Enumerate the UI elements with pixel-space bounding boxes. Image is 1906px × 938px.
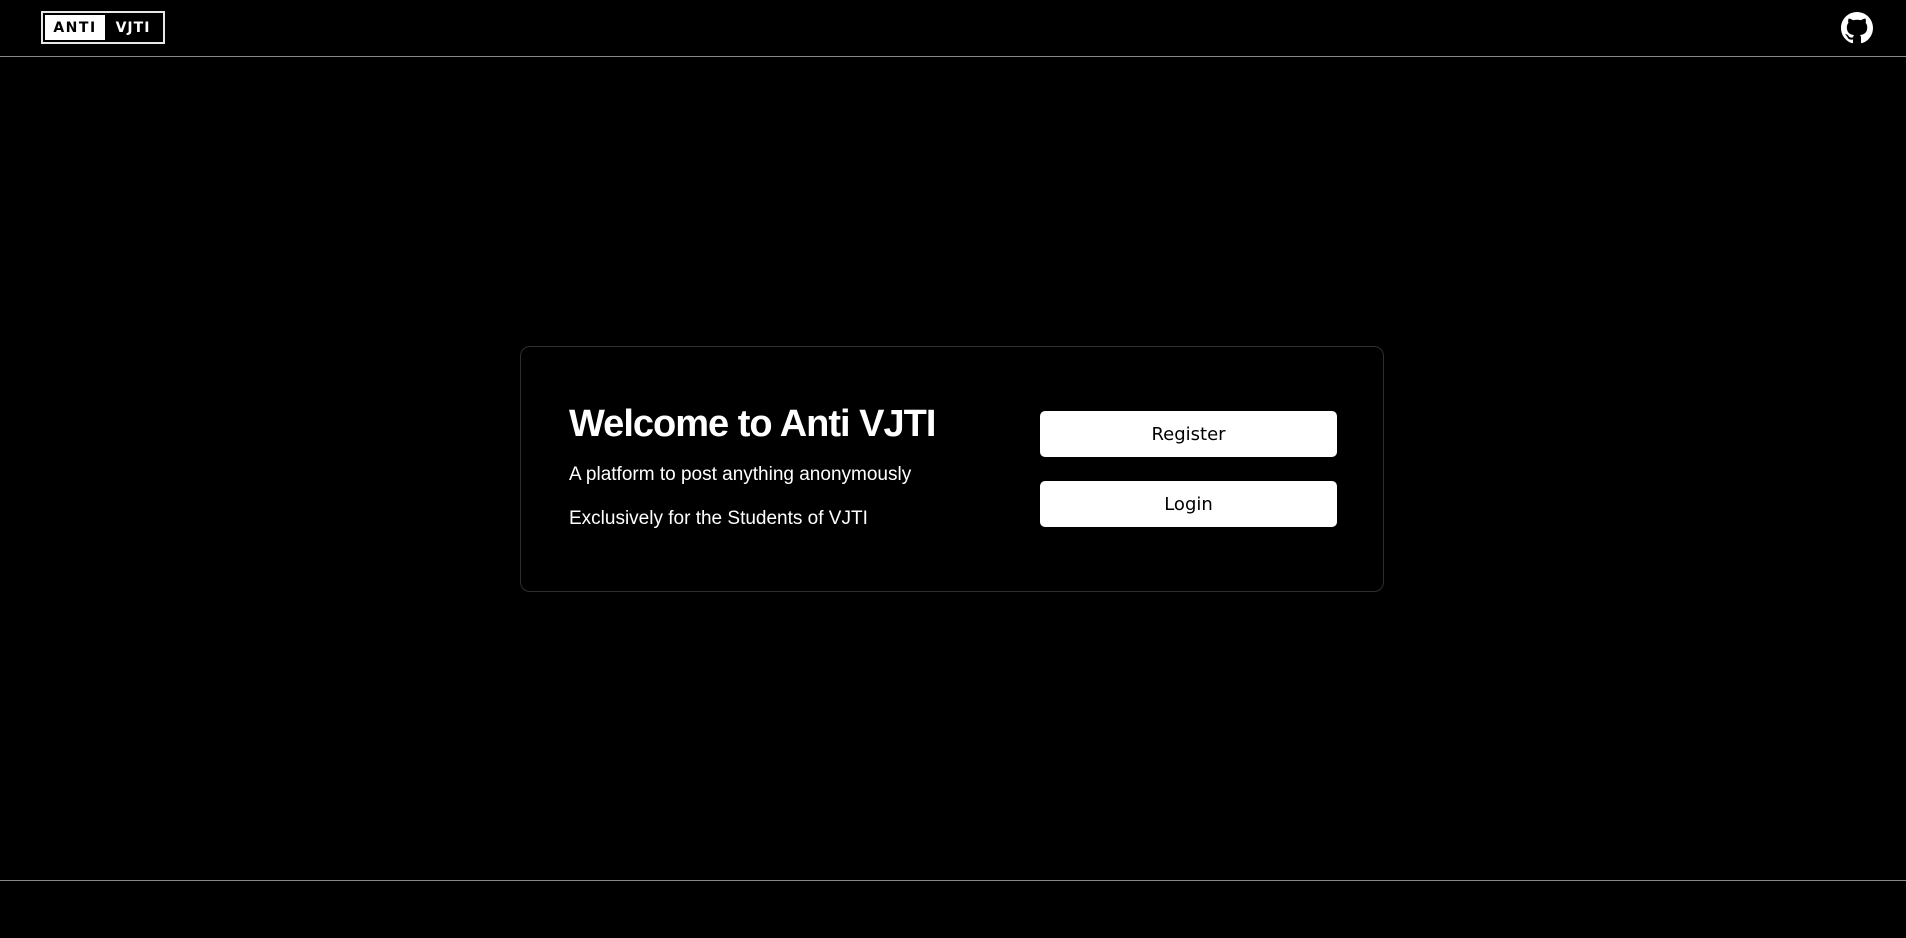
logo-anti-text: ANTI <box>45 15 105 40</box>
footer-divider <box>0 880 1906 881</box>
logo-vjti-text: VJTI <box>115 19 151 36</box>
page-title: Welcome to Anti VJTI <box>569 403 936 445</box>
welcome-card: Welcome to Anti VJTI A platform to post … <box>520 346 1384 592</box>
audience-text: Exclusively for the Students of VJTI <box>569 508 868 529</box>
github-icon[interactable] <box>1841 12 1873 44</box>
logo[interactable]: ANTI VJTI <box>41 11 165 44</box>
register-button[interactable]: Register <box>1040 411 1337 457</box>
header: ANTI VJTI <box>0 0 1906 57</box>
login-button[interactable]: Login <box>1040 481 1337 527</box>
tagline: A platform to post anything anonymously <box>569 464 912 485</box>
